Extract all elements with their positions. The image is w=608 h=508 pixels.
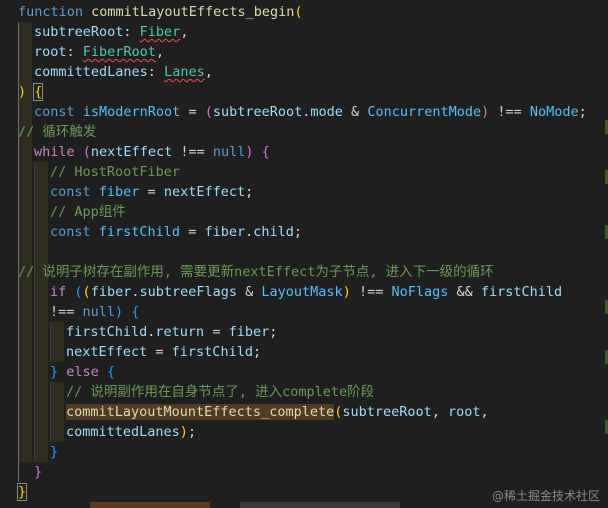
paren: ) — [245, 144, 254, 160]
code-line-22[interactable]: committedLanes); — [66, 422, 608, 442]
code-line-16[interactable]: !== null) { — [50, 302, 608, 322]
brace: { — [131, 304, 140, 320]
code-line-4[interactable]: committedLanes: Lanes, — [34, 62, 608, 82]
paren: ( — [82, 144, 91, 160]
type-annotation: Lanes — [164, 64, 205, 80]
brace: { — [261, 144, 270, 160]
code-line-9[interactable]: // HostRootFiber — [50, 162, 608, 182]
property: mode — [310, 104, 343, 120]
keyword-while: while — [34, 144, 75, 160]
variable: nextEffect — [90, 144, 173, 160]
variable: fiber — [98, 184, 140, 200]
code-line-24[interactable]: } — [34, 462, 608, 482]
code-line-12[interactable]: const firstChild = fiber.child; — [50, 222, 608, 242]
keyword-const: const — [50, 184, 91, 200]
code-line-8[interactable]: while (nextEffect !== null) { — [34, 142, 608, 162]
argument: root — [448, 404, 481, 420]
paren: ) — [179, 424, 188, 440]
brace: } — [16, 483, 28, 501]
code-line-11[interactable]: // App组件 — [50, 202, 608, 222]
param: committedLanes — [34, 64, 148, 80]
brace: } — [50, 444, 59, 460]
code-line-2[interactable]: subtreeRoot: Fiber, — [34, 22, 608, 42]
constant: NoFlags — [391, 284, 449, 300]
brace: { — [33, 83, 44, 101]
variable: nextEffect — [163, 184, 246, 200]
code-editor[interactable]: function commitLayoutEffects_begin( subt… — [0, 0, 608, 508]
function-name: commitLayoutEffects_begin — [91, 4, 295, 20]
keyword-const: const — [34, 104, 75, 120]
code-line-20[interactable]: // 说明副作用在自身节点了, 进入complete阶段 — [66, 382, 608, 402]
property: return — [155, 324, 205, 340]
paren: ) — [481, 104, 490, 120]
paren: ) — [18, 84, 27, 100]
argument: committedLanes — [66, 424, 180, 440]
code-line-23[interactable]: } — [50, 442, 608, 462]
type-annotation: Fiber — [139, 24, 181, 40]
variable: firstChild — [66, 324, 148, 340]
code-line-3[interactable]: root: FiberRoot, — [34, 42, 608, 62]
indent-guide — [34, 162, 35, 462]
comment: // 说明副作用在自身节点了, 进入complete阶段 — [66, 384, 375, 400]
variable: fiber — [228, 324, 270, 340]
brace: } — [34, 464, 43, 480]
variable: firstChild — [171, 344, 253, 360]
paren: ( — [204, 104, 213, 120]
param: subtreeRoot — [34, 24, 124, 40]
constant: ConcurrentMode — [367, 104, 482, 120]
function-call: commitLayoutMountEffects_complete — [66, 404, 335, 420]
code-line-17[interactable]: firstChild.return = fiber; — [66, 322, 608, 342]
code-line-10[interactable]: const fiber = nextEffect; — [50, 182, 608, 202]
code-line-15[interactable]: if ((fiber.subtreeFlags & LayoutMask) !=… — [50, 282, 608, 302]
code-line-6[interactable]: const isModernRoot = (subtreeRoot.mode &… — [34, 102, 608, 122]
indent-highlight — [50, 322, 64, 362]
variable: firstChild — [98, 224, 181, 240]
indent-guide — [50, 322, 51, 362]
brace: } — [50, 364, 59, 380]
comment: // 说明子树存在副作用, 需要更新nextEffect为子节点, 进入下一级的… — [18, 264, 494, 280]
argument: subtreeRoot — [342, 404, 432, 420]
paren: ( — [82, 284, 91, 300]
keyword-null: null — [82, 304, 116, 320]
type-annotation: FiberRoot — [82, 44, 156, 60]
paren: ( — [74, 284, 83, 300]
code-line-18[interactable]: nextEffect = firstChild; — [66, 342, 608, 362]
variable: nextEffect — [66, 344, 148, 360]
keyword-else: else — [66, 364, 99, 380]
code-line-5[interactable]: ) { — [18, 82, 608, 102]
code-line-19[interactable]: } else { — [50, 362, 608, 382]
indent-highlight — [50, 382, 64, 442]
variable: fiber — [204, 224, 246, 240]
property: child — [253, 224, 294, 240]
variable: isModernRoot — [82, 104, 181, 120]
constant: LayoutMask — [261, 284, 343, 300]
keyword-if: if — [50, 284, 67, 300]
scrollbar[interactable] — [602, 0, 608, 508]
comment: // HostRootFiber — [50, 164, 181, 180]
paren: ) — [342, 284, 351, 300]
constant: NoMode — [529, 104, 579, 120]
variable: firstChild — [480, 284, 563, 300]
code-line-7[interactable]: // 循环触发 — [18, 122, 608, 142]
keyword-function: function — [18, 4, 84, 20]
paren: ( — [294, 4, 303, 20]
comment: // App组件 — [50, 204, 126, 220]
comment: // 循环触发 — [18, 124, 97, 140]
param: root — [34, 44, 67, 60]
code-line-14[interactable]: // 说明子树存在副作用, 需要更新nextEffect为子节点, 进入下一级的… — [18, 262, 608, 282]
watermark: @稀土掘金技术社区 — [491, 489, 600, 503]
brace: { — [106, 364, 116, 380]
code-line-1[interactable]: function commitLayoutEffects_begin( — [18, 2, 608, 22]
variable: subtreeRoot — [212, 104, 303, 120]
property: subtreeFlags — [139, 284, 238, 300]
indent-guide — [50, 382, 51, 442]
keyword-const: const — [50, 224, 91, 240]
code-line-21[interactable]: commitLayoutMountEffects_complete(subtre… — [66, 402, 608, 422]
variable: fiber — [90, 284, 132, 300]
indent-highlight — [34, 162, 48, 462]
keyword-null: null — [212, 144, 246, 160]
paren: ) — [115, 304, 124, 320]
